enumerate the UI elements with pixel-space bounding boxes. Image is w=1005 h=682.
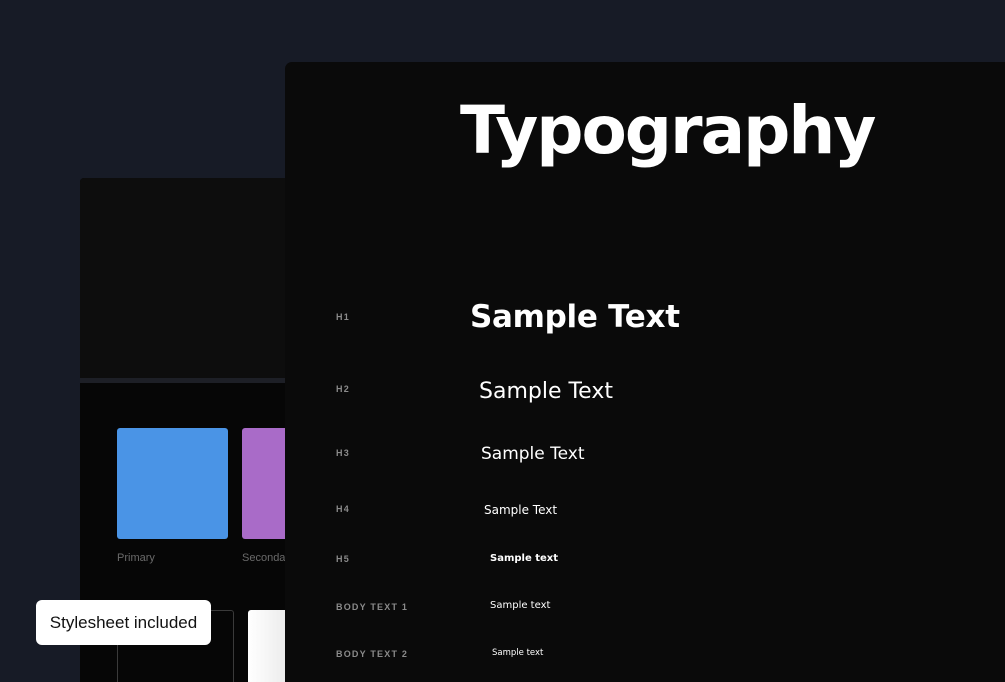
stylesheet-included-badge: Stylesheet included — [36, 600, 211, 645]
type-label: BODY TEXT 1 — [336, 602, 409, 612]
type-label: H1 — [336, 312, 350, 322]
type-sample-h5: Sample text — [490, 553, 559, 564]
type-label: H2 — [336, 384, 350, 394]
type-sample-h1: Sample Text — [470, 299, 680, 335]
type-label: BODY TEXT 2 — [336, 649, 409, 659]
type-sample-h4: Sample Text — [484, 503, 558, 517]
secondary-swatch-label: Seconda — [242, 552, 286, 564]
primary-color-swatch — [117, 428, 228, 539]
type-sample-body-1: Sample text — [490, 600, 551, 611]
type-label: H3 — [336, 448, 350, 458]
primary-swatch-label: Primary — [117, 552, 155, 564]
typography-card: Typography H1 Sample Text H2 Sample Text… — [285, 62, 1005, 682]
typography-title: Typography — [460, 92, 876, 169]
type-sample-h2: Sample Text — [479, 379, 613, 404]
type-sample-h3: Sample Text — [481, 444, 585, 464]
type-sample-body-2: Sample text — [492, 648, 544, 658]
type-label: H5 — [336, 554, 350, 564]
type-label: H4 — [336, 504, 350, 514]
